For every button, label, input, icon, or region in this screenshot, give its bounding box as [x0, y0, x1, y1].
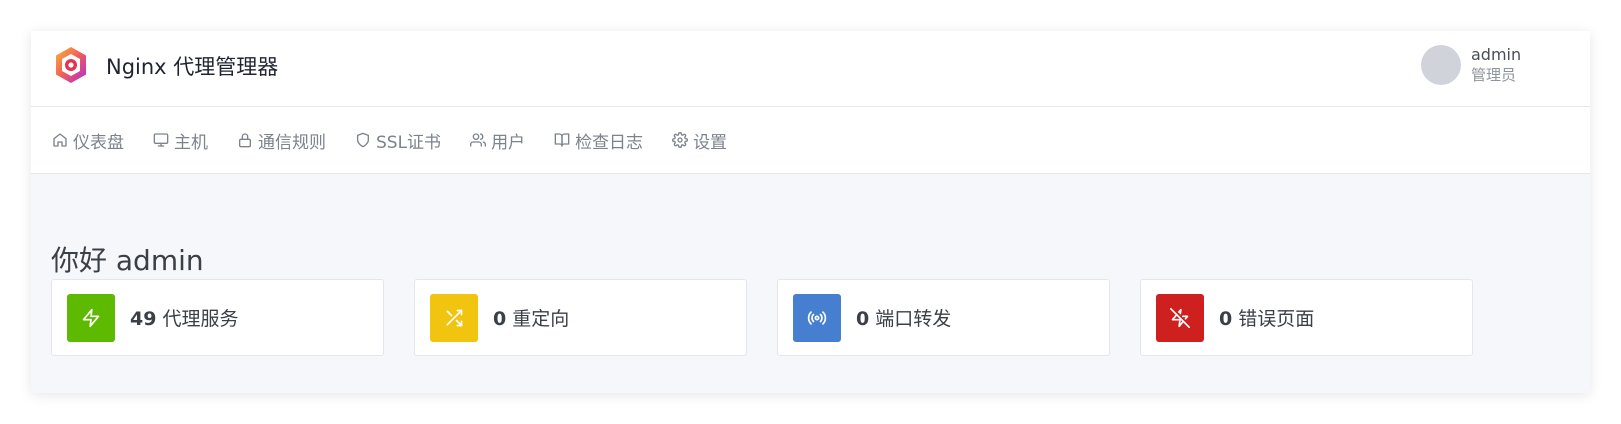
home-icon: [53, 133, 67, 147]
nav-item-label: 检查日志: [575, 132, 644, 153]
card-text: 49 代理服务: [130, 304, 238, 331]
app-logo-icon[interactable]: [53, 45, 89, 85]
nav-item-label: 用户: [491, 132, 526, 153]
book-open-icon: [554, 133, 570, 147]
gear-icon: [672, 132, 688, 148]
radio-icon: [807, 310, 827, 325]
card-count: 49: [130, 308, 157, 330]
zap-icon: [82, 308, 100, 327]
page-title: 你好 admin: [51, 244, 204, 277]
nav-item-ssl[interactable]: SSL证书: [355, 128, 441, 153]
card-dead-hosts[interactable]: 0 错误页面: [1140, 279, 1473, 356]
card-label: 端口转发: [875, 308, 952, 330]
nav-item-settings[interactable]: 设置: [672, 128, 727, 153]
card-icon-box: [430, 293, 478, 342]
card-icon-box: [1156, 293, 1204, 342]
nav-item-label: 主机: [174, 132, 208, 153]
card-text: 0 重定向: [493, 304, 569, 331]
card-icon-box: [793, 293, 841, 342]
stats-cards: 49 代理服务 0 重定向 0 端口转发 0 错误页面: [51, 279, 1503, 356]
nav-item-users[interactable]: 用户: [470, 128, 525, 153]
nav-item-audit-log[interactable]: 检查日志: [554, 128, 643, 153]
card-text: 0 端口转发: [856, 304, 951, 331]
app-title[interactable]: Nginx 代理管理器: [106, 51, 278, 81]
card-count: 0: [856, 308, 870, 330]
nav-item-dashboard[interactable]: 仪表盘: [52, 128, 124, 153]
card-icon-box: [67, 293, 115, 342]
lock-icon: [239, 133, 251, 148]
card-proxy-hosts[interactable]: 49 代理服务: [51, 279, 384, 356]
monitor-icon: [153, 133, 169, 147]
shield-icon: [357, 132, 369, 148]
card-count: 0: [493, 308, 507, 330]
main-nav: 仪表盘 主机 通信规则 SSL证书 用户 检查日志 设置: [31, 107, 1590, 174]
app-window: Nginx 代理管理器 admin 管理员 仪表盘 主机 通信规则 SSL证书 …: [31, 31, 1590, 393]
user-menu[interactable]: admin 管理员: [1421, 44, 1521, 86]
avatar[interactable]: [1421, 45, 1461, 85]
user-info: admin 管理员: [1471, 44, 1521, 86]
card-label: 重定向: [512, 308, 570, 330]
card-text: 0 错误页面: [1219, 304, 1314, 331]
card-count: 0: [1219, 308, 1233, 330]
card-redirections[interactable]: 0 重定向: [414, 279, 747, 356]
nav-item-label: 通信规则: [258, 132, 326, 153]
nav-item-label: 设置: [693, 132, 728, 153]
user-name: admin: [1471, 45, 1522, 64]
nav-item-access-lists[interactable]: 通信规则: [237, 128, 326, 153]
zap-off-icon: [1170, 307, 1190, 328]
users-icon: [470, 133, 487, 147]
nav-item-label: SSL证书: [376, 132, 442, 153]
card-label: 代理服务: [162, 308, 239, 330]
shuffle-icon: [446, 309, 463, 326]
user-role: 管理员: [1471, 66, 1517, 84]
nav-item-hosts[interactable]: 主机: [153, 128, 208, 153]
card-streams[interactable]: 0 端口转发: [777, 279, 1110, 356]
card-label: 错误页面: [1238, 308, 1315, 330]
nav-item-label: 仪表盘: [73, 132, 124, 153]
top-header: Nginx 代理管理器 admin 管理员: [31, 31, 1590, 107]
